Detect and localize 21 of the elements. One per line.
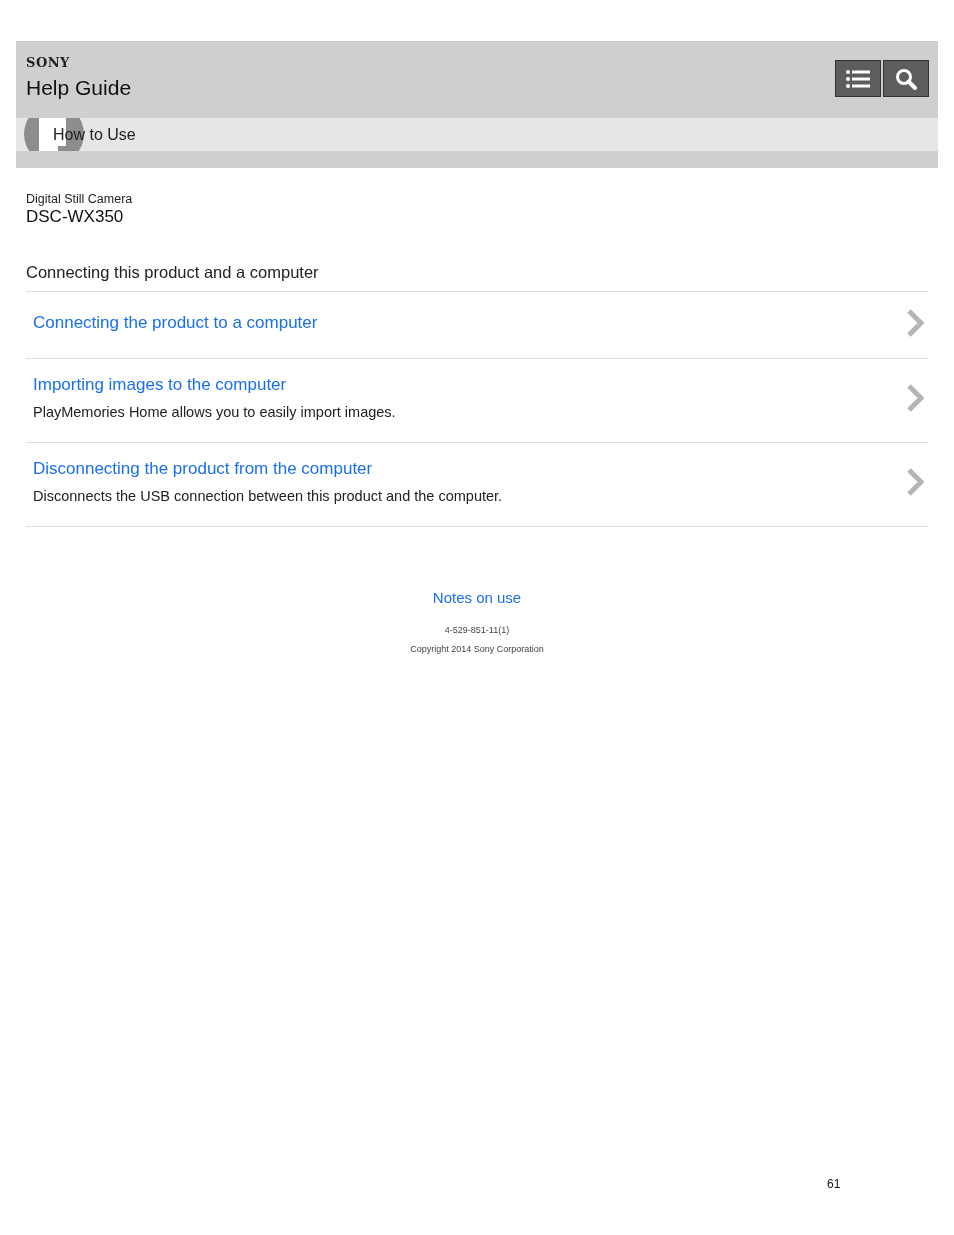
chevron-right-icon	[906, 308, 924, 338]
document-code: 4-529-851-11(1)	[444, 625, 510, 635]
topic-link[interactable]: Disconnecting the product from the computer	[33, 459, 503, 479]
page-number: 61	[827, 1177, 841, 1191]
copyright-text: Copyright 2014 Sony Corporation	[410, 644, 544, 654]
topic-link[interactable]: Importing images to the computer	[33, 375, 396, 395]
chevron-right-icon	[906, 382, 924, 413]
topic-description: PlayMemories Home allows you to easily import images.	[33, 404, 396, 420]
section-heading: Connecting this product and a computer	[26, 263, 928, 292]
product-category: Digital Still Camera	[26, 192, 134, 206]
product-model: DSC-WX350	[26, 207, 125, 227]
notes-link[interactable]: Notes on use	[432, 589, 522, 606]
topic-link[interactable]: Connecting the product to a computer	[33, 313, 318, 333]
topic-description: Disconnects the USB connection between this product and the computer.	[33, 488, 503, 504]
search-button[interactable]	[883, 60, 929, 97]
chevron-right-icon	[906, 466, 924, 497]
header-title: Help Guide	[26, 76, 132, 100]
brand-logo: SONY	[26, 55, 71, 72]
list-icon	[846, 69, 870, 88]
menu-button[interactable]	[835, 60, 881, 97]
search-icon	[895, 67, 917, 90]
